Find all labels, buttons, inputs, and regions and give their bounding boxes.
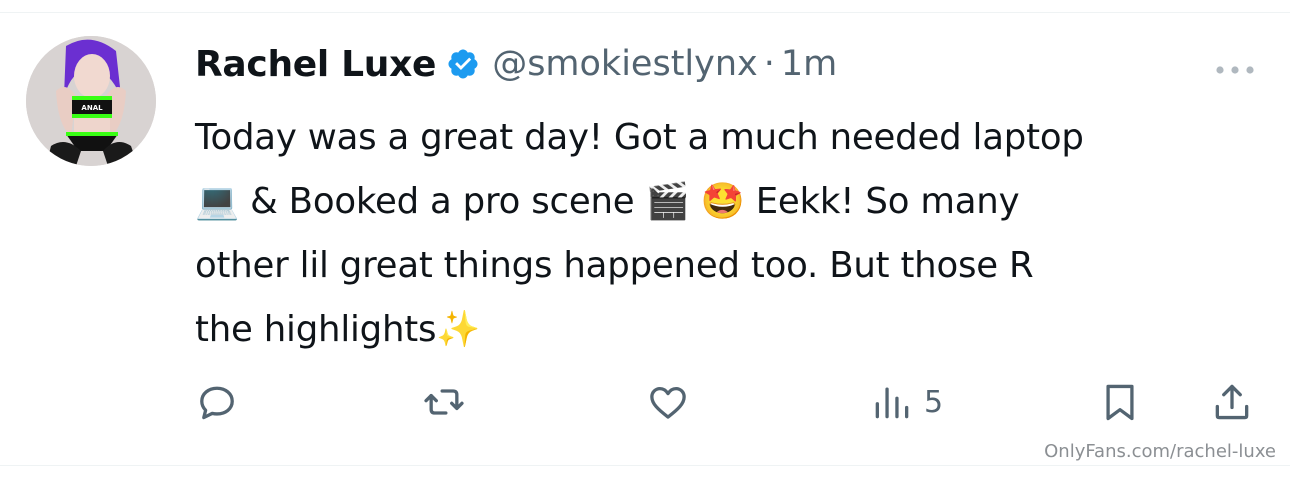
watermark: OnlyFans.com/rachel-luxe — [1044, 441, 1276, 462]
sparkles-emoji: ✨ — [436, 309, 481, 350]
separator-dot: · — [763, 44, 775, 84]
tweet-line-1: Today was a great day! Got a much needed… — [195, 117, 1084, 158]
bookmark-icon — [1106, 384, 1134, 421]
star-struck-emoji: 🤩 — [700, 181, 745, 222]
tweet-text: Today was a great day! Got a much needed… — [195, 106, 1275, 362]
retweet-icon — [424, 389, 464, 415]
tweet-line-4: the highlights — [195, 309, 437, 350]
svg-text:ANAL: ANAL — [81, 104, 103, 112]
timestamp[interactable]: 1m — [781, 44, 837, 84]
tweet-line-2: & Booked a pro scene — [239, 181, 646, 222]
views-icon — [875, 387, 909, 419]
reply-icon — [200, 386, 234, 420]
clapper-board-emoji: 🎬 — [645, 181, 690, 222]
views-button[interactable]: 5 — [870, 376, 943, 428]
like-button[interactable] — [646, 376, 690, 428]
tweet-line-2b: Eekk! So many — [744, 181, 1020, 222]
like-icon — [650, 386, 686, 419]
tweet-header: Rachel Luxe @smokiestlynx · 1m — [195, 36, 837, 92]
share-button[interactable] — [1210, 376, 1254, 428]
tweet-actions: 5 — [0, 376, 1290, 428]
avatar[interactable]: ANAL — [26, 36, 156, 166]
retweet-button[interactable] — [422, 376, 466, 428]
verified-badge-icon[interactable] — [446, 47, 480, 81]
more-options-icon[interactable] — [1212, 57, 1258, 83]
share-icon — [1215, 384, 1249, 420]
laptop-emoji: 💻 — [195, 181, 240, 222]
tweet-line-3: other lil great things happened too. But… — [195, 245, 1034, 286]
author-handle[interactable]: @smokiestlynx — [492, 44, 758, 84]
bookmark-button[interactable] — [1098, 376, 1142, 428]
views-count: 5 — [924, 384, 944, 420]
display-name[interactable]: Rachel Luxe — [195, 44, 436, 85]
reply-button[interactable] — [195, 376, 239, 428]
